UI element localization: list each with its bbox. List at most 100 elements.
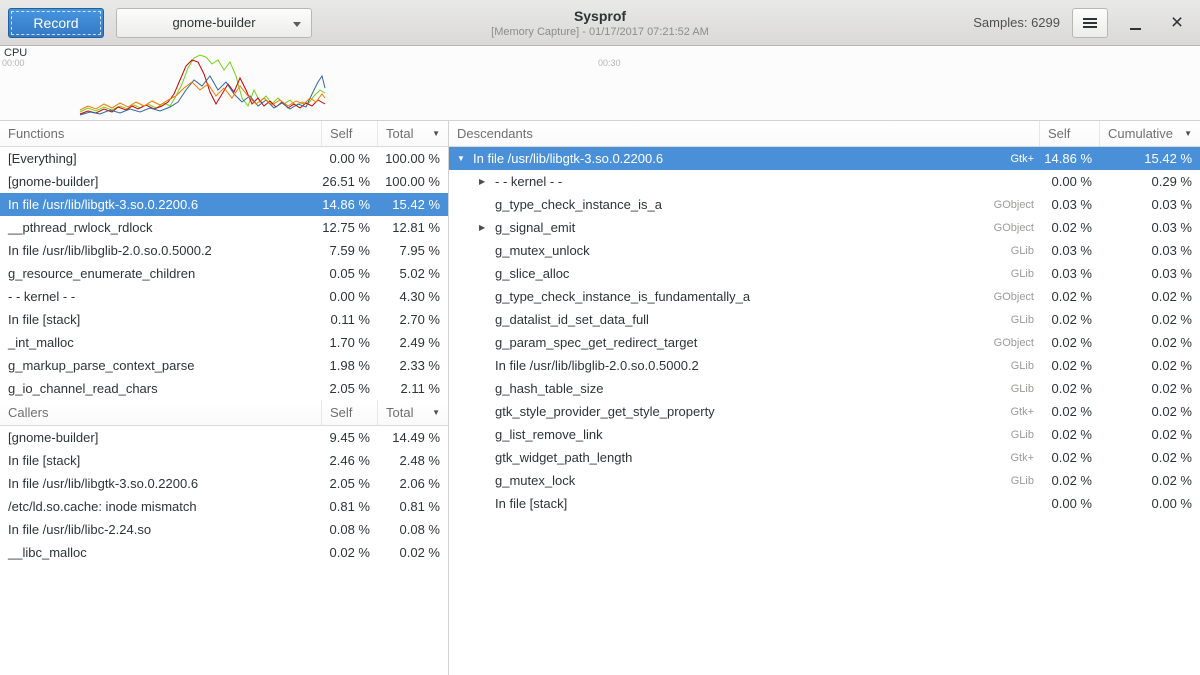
self-percent: 0.00 %	[322, 151, 378, 166]
table-row[interactable]: In file [stack]0.11 %2.70 %	[0, 308, 448, 331]
function-name: In file /usr/lib/libgtk-3.so.0.2200.6	[0, 476, 322, 491]
column-header-total[interactable]: Total ▼	[378, 400, 448, 425]
self-percent: 0.00 %	[1040, 496, 1100, 511]
tree-row[interactable]: gtk_style_provider_get_style_propertyGtk…	[449, 400, 1200, 423]
tree-row[interactable]: g_hash_table_sizeGLib0.02 %0.02 %	[449, 377, 1200, 400]
tree-row[interactable]: g_type_check_instance_is_aGObject0.03 %0…	[449, 193, 1200, 216]
tree-row[interactable]: g_list_remove_linkGLib0.02 %0.02 %	[449, 423, 1200, 446]
self-percent: 0.03 %	[1040, 197, 1100, 212]
table-row[interactable]: _int_malloc1.70 %2.49 %	[0, 331, 448, 354]
total-percent: 0.08 %	[378, 522, 448, 537]
tree-row[interactable]: In file [stack]0.00 %0.00 %	[449, 492, 1200, 515]
descendant-name: g_hash_table_size	[495, 381, 603, 396]
total-percent: 100.00 %	[378, 151, 448, 166]
expander-collapsed-icon[interactable]: ▶	[479, 177, 495, 186]
self-percent: 12.75 %	[322, 220, 378, 235]
close-button[interactable]: ×	[1162, 8, 1192, 38]
table-row[interactable]: /etc/ld.so.cache: inode mismatch0.81 %0.…	[0, 495, 448, 518]
expander-expanded-icon[interactable]: ▼	[457, 154, 473, 163]
descendant-name: g_type_check_instance_is_fundamentally_a	[495, 289, 750, 304]
column-header-total[interactable]: Total ▼	[378, 121, 448, 146]
column-header-self[interactable]: Self	[322, 121, 378, 146]
column-header-callers[interactable]: Callers	[0, 400, 322, 425]
self-percent: 2.05 %	[322, 476, 378, 491]
library-badge: GLib	[1001, 383, 1040, 395]
table-row[interactable]: In file /usr/lib/libc-2.24.so0.08 %0.08 …	[0, 518, 448, 541]
tree-row[interactable]: g_param_spec_get_redirect_targetGObject0…	[449, 331, 1200, 354]
column-header-self[interactable]: Self	[1040, 121, 1100, 146]
descendant-name-cell: In file /usr/lib/libglib-2.0.so.0.5000.2…	[449, 358, 1040, 373]
tree-row[interactable]: ▼In file /usr/lib/libgtk-3.so.0.2200.6 Gt…	[449, 147, 1200, 170]
total-percent: 0.81 %	[378, 499, 448, 514]
table-row[interactable]: g_markup_parse_context_parse1.98 %2.33 %	[0, 354, 448, 377]
sort-indicator-icon: ▼	[432, 408, 440, 417]
self-percent: 9.45 %	[322, 430, 378, 445]
table-row[interactable]: __libc_malloc0.02 %0.02 %	[0, 541, 448, 564]
process-selector[interactable]: gnome-builder	[116, 8, 312, 38]
function-name: g_io_channel_read_chars	[0, 381, 322, 396]
table-row[interactable]: In file /usr/lib/libgtk-3.so.0.2200.614.…	[0, 193, 448, 216]
table-row[interactable]: [gnome-builder]26.51 %100.00 %	[0, 170, 448, 193]
table-row[interactable]: g_resource_enumerate_children0.05 %5.02 …	[0, 262, 448, 285]
cumulative-percent: 0.02 %	[1100, 473, 1200, 488]
tree-row[interactable]: In file /usr/lib/libglib-2.0.so.0.5000.2…	[449, 354, 1200, 377]
self-percent: 0.00 %	[322, 289, 378, 304]
column-header-descendants[interactable]: Descendants	[449, 121, 1040, 146]
table-row[interactable]: [Everything]0.00 %100.00 %	[0, 147, 448, 170]
table-row[interactable]: In file /usr/lib/libglib-2.0.so.0.5000.2…	[0, 239, 448, 262]
descendant-name-cell: ▶g_signal_emitGObject	[449, 220, 1040, 235]
column-header-self[interactable]: Self	[322, 400, 378, 425]
library-badge: Gtk+	[1000, 153, 1040, 165]
descendant-name: gtk_widget_path_length	[495, 450, 632, 465]
self-percent: 0.02 %	[1040, 473, 1100, 488]
record-button[interactable]: Record	[8, 8, 104, 38]
descendants-list: ▼In file /usr/lib/libgtk-3.so.0.2200.6 Gt…	[449, 147, 1200, 675]
self-percent: 0.02 %	[1040, 289, 1100, 304]
cumulative-percent: 0.29 %	[1100, 174, 1200, 189]
descendant-name: g_slice_alloc	[495, 266, 569, 281]
cpu-graph[interactable]: CPU 00:00 00:30	[0, 46, 1200, 121]
self-percent: 0.02 %	[1040, 450, 1100, 465]
descendant-name: gtk_style_provider_get_style_property	[495, 404, 715, 419]
table-row[interactable]: - - kernel - -0.00 %4.30 %	[0, 285, 448, 308]
tree-row[interactable]: g_datalist_id_set_data_fullGLib0.02 %0.0…	[449, 308, 1200, 331]
tree-row[interactable]: g_mutex_unlockGLib0.03 %0.03 %	[449, 239, 1200, 262]
tree-row[interactable]: gtk_widget_path_lengthGtk+0.02 %0.02 %	[449, 446, 1200, 469]
self-percent: 0.03 %	[1040, 243, 1100, 258]
app-title: Sysprof	[574, 8, 626, 24]
column-header-total-label: Total	[386, 126, 413, 141]
descendant-name-cell: g_hash_table_size GLib	[449, 381, 1040, 396]
tree-row[interactable]: ▶- - kernel - -0.00 %0.29 %	[449, 170, 1200, 193]
time-label-start: 00:00	[2, 58, 25, 68]
table-row[interactable]: [gnome-builder]9.45 %14.49 %	[0, 426, 448, 449]
function-name: __pthread_rwlock_rdlock	[0, 220, 322, 235]
tree-row[interactable]: ▶g_signal_emitGObject0.02 %0.03 %	[449, 216, 1200, 239]
chevron-down-icon	[293, 22, 301, 27]
function-name: In file [stack]	[0, 453, 322, 468]
descendant-name: g_list_remove_link	[495, 427, 603, 442]
column-header-cumulative[interactable]: Cumulative ▼	[1100, 121, 1200, 146]
expander-collapsed-icon[interactable]: ▶	[479, 223, 495, 232]
cumulative-percent: 0.02 %	[1100, 289, 1200, 304]
table-row[interactable]: g_io_channel_read_chars2.05 %2.11 %	[0, 377, 448, 400]
tree-row[interactable]: g_mutex_lockGLib0.02 %0.02 %	[449, 469, 1200, 492]
menu-button[interactable]	[1072, 8, 1108, 38]
descendant-name-cell: gtk_widget_path_lengthGtk+	[449, 450, 1040, 465]
time-label-mid: 00:30	[598, 58, 621, 68]
table-row[interactable]: In file /usr/lib/libgtk-3.so.0.2200.62.0…	[0, 472, 448, 495]
cumulative-percent: 0.02 %	[1100, 358, 1200, 373]
descendant-name: In file /usr/lib/libgtk-3.so.0.2200.6	[473, 151, 663, 166]
self-percent: 7.59 %	[322, 243, 378, 258]
functions-callers-pane: Functions Self Total ▼ [Everything]0.00 …	[0, 121, 449, 675]
minimize-button[interactable]	[1120, 8, 1150, 38]
main-area: Functions Self Total ▼ [Everything]0.00 …	[0, 121, 1200, 675]
column-header-cumulative-label: Cumulative	[1108, 126, 1173, 141]
table-row[interactable]: __pthread_rwlock_rdlock12.75 %12.81 %	[0, 216, 448, 239]
headerbar-right: Samples: 6299 ×	[973, 8, 1192, 38]
table-row[interactable]: In file [stack]2.46 %2.48 %	[0, 449, 448, 472]
descendants-header-row: Descendants Self Cumulative ▼	[449, 121, 1200, 147]
tree-row[interactable]: g_slice_allocGLib0.03 %0.03 %	[449, 262, 1200, 285]
self-percent: 0.03 %	[1040, 266, 1100, 281]
tree-row[interactable]: g_type_check_instance_is_fundamentally_a…	[449, 285, 1200, 308]
column-header-functions[interactable]: Functions	[0, 121, 322, 146]
